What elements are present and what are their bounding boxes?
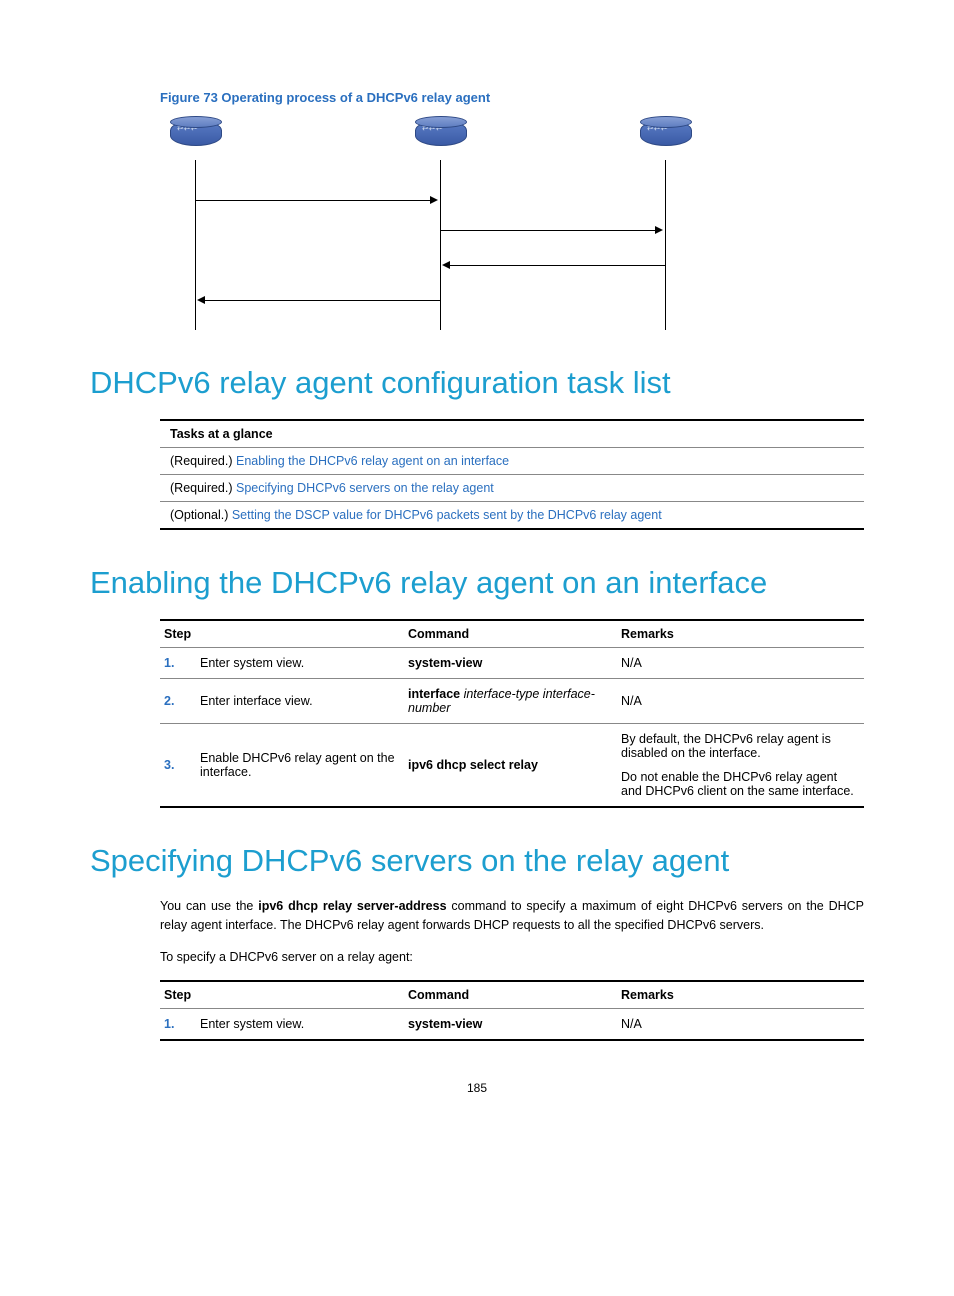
step-number: 3. — [160, 724, 196, 808]
step-remarks: N/A — [617, 679, 864, 724]
step-command: system-view — [404, 648, 617, 679]
step-table-specify: Step Command Remarks 1. Enter system vie… — [160, 980, 864, 1041]
col-remarks: Remarks — [617, 981, 864, 1009]
col-step: Step — [160, 620, 404, 648]
col-command: Command — [404, 981, 617, 1009]
step-table-enable: Step Command Remarks 1. Enter system vie… — [160, 619, 864, 808]
col-remarks: Remarks — [617, 620, 864, 648]
task-link[interactable]: Specifying DHCPv6 servers on the relay a… — [236, 481, 494, 495]
section-heading-enable-relay: Enabling the DHCPv6 relay agent on an in… — [90, 565, 864, 601]
paragraph: To specify a DHCPv6 server on a relay ag… — [160, 948, 864, 967]
msg-arrow — [441, 230, 657, 231]
sequence-diagram: ⇄ ⇄ ⇄ ⇄ ⇄ ⇄ ⇄ ⇄ ⇄ — [160, 120, 720, 330]
task-link[interactable]: Setting the DSCP value for DHCPv6 packet… — [232, 508, 662, 522]
col-command: Command — [404, 620, 617, 648]
task-row: (Required.) Specifying DHCPv6 servers on… — [160, 475, 864, 502]
step-command: interface interface-type interface-numbe… — [404, 679, 617, 724]
figure-caption: Figure 73 Operating process of a DHCPv6 … — [160, 90, 864, 105]
step-desc: Enter system view. — [196, 648, 404, 679]
step-number: 1. — [160, 648, 196, 679]
step-number: 2. — [160, 679, 196, 724]
page-number: 185 — [90, 1081, 864, 1095]
step-desc: Enable DHCPv6 relay agent on the interfa… — [196, 724, 404, 808]
router-icon-client: ⇄ ⇄ ⇄ — [170, 120, 220, 156]
msg-arrow — [196, 200, 432, 201]
msg-arrow — [203, 300, 440, 301]
step-command: ipv6 dhcp select relay — [404, 724, 617, 808]
step-remarks: N/A — [617, 1009, 864, 1041]
task-link[interactable]: Enabling the DHCPv6 relay agent on an in… — [236, 454, 509, 468]
step-command: system-view — [404, 1009, 617, 1041]
step-desc: Enter interface view. — [196, 679, 404, 724]
msg-arrow — [448, 265, 665, 266]
router-icon-relay: ⇄ ⇄ ⇄ — [415, 120, 465, 156]
step-remarks: By default, the DHCPv6 relay agent is di… — [617, 724, 864, 808]
tasks-table: Tasks at a glance (Required.) Enabling t… — [160, 419, 864, 530]
task-row: (Optional.) Setting the DSCP value for D… — [160, 502, 864, 530]
task-row: (Required.) Enabling the DHCPv6 relay ag… — [160, 448, 864, 475]
section-heading-specify-servers: Specifying DHCPv6 servers on the relay a… — [90, 843, 864, 879]
col-step: Step — [160, 981, 404, 1009]
router-icon-server: ⇄ ⇄ ⇄ — [640, 120, 690, 156]
section-heading-task-list: DHCPv6 relay agent configuration task li… — [90, 365, 864, 401]
step-number: 1. — [160, 1009, 196, 1041]
paragraph: You can use the ipv6 dhcp relay server-a… — [160, 897, 864, 936]
tasks-header: Tasks at a glance — [160, 420, 864, 448]
step-desc: Enter system view. — [196, 1009, 404, 1041]
step-remarks: N/A — [617, 648, 864, 679]
